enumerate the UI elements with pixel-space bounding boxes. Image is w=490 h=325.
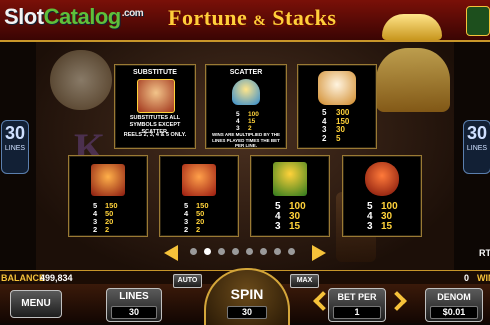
menu-button[interactable]: MENU (10, 290, 62, 318)
pay-row: 22 (93, 225, 110, 234)
firecracker-lantern-icon (91, 164, 125, 196)
top-title-bar: SlotCatalog.com Fortune & Stacks (0, 0, 490, 42)
max-button[interactable]: MAX (290, 274, 319, 288)
page-dot[interactable] (232, 248, 239, 255)
previous-page-arrow-icon[interactable] (164, 245, 178, 261)
pay-row: 32 (236, 125, 252, 132)
red-lantern-icon (365, 162, 399, 196)
slotcatalog-watermark: SlotCatalog.com (4, 4, 144, 29)
right-edge-label: RT (479, 248, 490, 258)
page-dot[interactable] (204, 248, 211, 255)
page-dots (190, 248, 295, 255)
lines-button[interactable]: LINES 30 (106, 288, 162, 322)
pay-row: 3 15 (275, 221, 301, 232)
gold-ingot-background-art (376, 48, 450, 112)
substitute-reels-note: REELS 2, 3, 4 & 5 ONLY. (123, 132, 187, 138)
paytable-card-scatter: SCATTER 5 100 4 15 32 WINS ARE MULTIPLIED … (205, 64, 287, 149)
paytable-card-substitute: SUBSTITUTE SUBSTITUTES ALL SYMBOLS EXCEP… (114, 64, 196, 149)
scatter-pays: 5 100 4 15 32 (236, 111, 259, 132)
lucky-cat-icon (318, 71, 356, 105)
lucky-cat-pays: 5 300 4 150 3 30 25 (322, 108, 349, 143)
page-dot[interactable] (274, 248, 281, 255)
bet-per-label: BET PER (337, 292, 377, 302)
pay-row: 25 (322, 133, 341, 143)
lantern-pays: 5 100 4 30 3 15 (367, 202, 398, 232)
lines-label: LINES (119, 291, 149, 302)
pay-row: 3 15 (367, 221, 393, 232)
pay-row: 4 15 (236, 118, 256, 125)
paytable-card-firecracker-b: 5 150 4 50 3 20 22 (159, 155, 239, 237)
page-dot[interactable] (246, 248, 253, 255)
flowers-pays: 5 100 4 30 3 15 (275, 202, 306, 232)
auto-button[interactable]: AUTO (173, 274, 202, 288)
lines-indicator-left: 30 LINES (1, 120, 29, 174)
pay-row: 22 (184, 225, 201, 234)
substitute-caption: SUBSTITUTE (133, 69, 177, 76)
menu-label: MENU (21, 298, 51, 309)
denom-label: DENOM (437, 292, 471, 302)
pay-row: 5 100 (236, 111, 259, 118)
win-label: WIN (477, 273, 490, 283)
firecracker-b-pays: 5 150 4 50 3 20 22 (184, 202, 209, 234)
bet-per-value: 1 (333, 306, 381, 319)
win-value: 0 (464, 273, 470, 283)
next-page-arrow-icon[interactable] (312, 245, 326, 261)
page-dot[interactable] (260, 248, 267, 255)
side-logo-icon (466, 6, 490, 36)
paytable-card-lantern: 5 100 4 30 3 15 (342, 155, 422, 237)
spin-lines-value: 30 (227, 306, 267, 319)
lines-indicator-right: 30 LINES (463, 120, 490, 174)
firecracker-a-pays: 5 150 4 50 3 20 22 (93, 202, 118, 234)
paytable-card-lucky-cat: 5 300 4 150 3 30 25 (297, 64, 377, 149)
page-dot[interactable] (288, 248, 295, 255)
lucky-cat-background-art (50, 50, 112, 110)
lines-value: 30 (111, 306, 157, 319)
spin-label: SPIN (230, 286, 264, 302)
firecracker-bundle-icon (182, 164, 216, 196)
denom-button[interactable]: DENOM $0.01 (425, 288, 483, 322)
game-title: Fortune & Stacks (168, 5, 337, 30)
paytable-card-firecracker-a: 5 150 4 50 3 20 22 (68, 155, 148, 237)
bet-per-button[interactable]: BET PER 1 (328, 288, 386, 322)
max-label: MAX (296, 277, 313, 284)
auto-label: AUTO (177, 277, 198, 284)
denom-value: $0.01 (430, 306, 478, 319)
page-dot[interactable] (218, 248, 225, 255)
fortune-god-wild-icon (137, 79, 175, 113)
gold-ingot-decoration (382, 14, 442, 40)
page-dot[interactable] (190, 248, 197, 255)
scatter-description: WINS ARE MULTIPLIED BY THE LINES PLAYED … (212, 132, 280, 148)
balance-value: 499,834 (40, 273, 73, 283)
scatter-caption: SCATTER (229, 69, 263, 76)
paytable-page-nav (160, 243, 330, 263)
flower-pot-icon (273, 162, 307, 196)
gold-pot-scatter-icon (232, 79, 260, 105)
paytable-card-flowers: 5 100 4 30 3 15 (250, 155, 330, 237)
balance-label: BALANCE (1, 273, 45, 283)
